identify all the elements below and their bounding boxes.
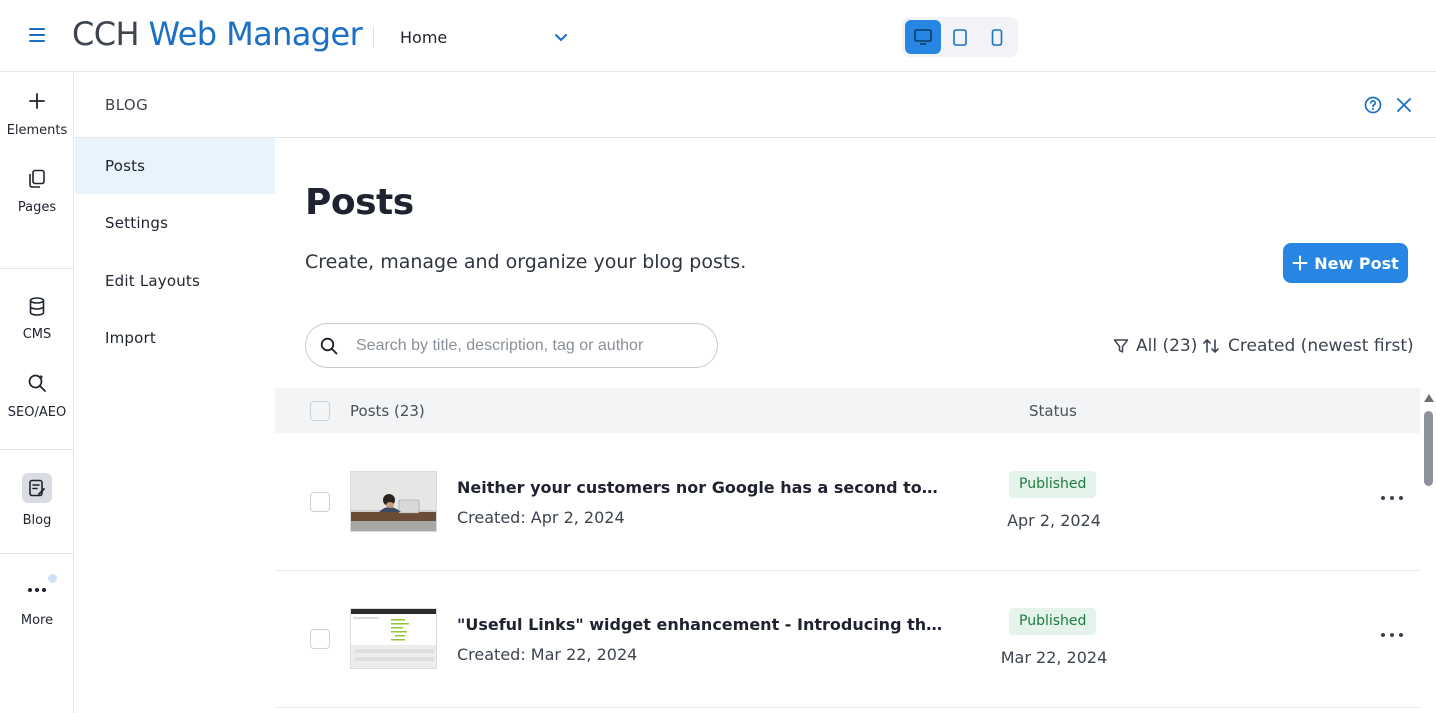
plus-icon <box>1292 255 1308 271</box>
panel-title: BLOG <box>105 96 149 114</box>
subnav-item-edit-layouts[interactable]: Edit Layouts <box>75 253 275 309</box>
select-all-checkbox[interactable] <box>310 401 330 421</box>
device-preview-toggle <box>902 17 1018 57</box>
page-subtitle: Create, manage and organize your blog po… <box>305 251 747 273</box>
table-row[interactable]: Neither your customers nor Google has a … <box>275 434 1420 571</box>
page-title: Posts <box>305 182 414 223</box>
left-rail: Elements Pages CMS SEO/AEO Blog More <box>0 72 74 713</box>
rail-label-cms: CMS <box>22 327 52 342</box>
sort-icon <box>1203 339 1219 353</box>
search-input[interactable] <box>356 334 696 358</box>
app-logo: CCH Web Manager <box>72 14 363 54</box>
column-header-status: Status <box>1029 402 1077 420</box>
header-divider <box>373 26 374 48</box>
tablet-view-button[interactable] <box>942 20 978 54</box>
filter-label: All (23) <box>1136 336 1198 356</box>
database-icon <box>29 297 45 316</box>
filter-icon <box>1113 339 1129 353</box>
subnav-item-settings[interactable]: Settings <box>75 195 275 251</box>
rail-item-seo[interactable]: SEO/AEO <box>0 373 74 420</box>
post-title[interactable]: Neither your customers nor Google has a … <box>457 478 943 497</box>
help-icon[interactable] <box>1363 95 1383 115</box>
mobile-icon <box>991 28 1003 46</box>
subnav-item-posts[interactable]: Posts <box>75 138 275 194</box>
page-select-value: Home <box>400 28 448 47</box>
logo-web-manager-text: Web Manager <box>148 15 363 53</box>
status-date: Mar 22, 2024 <box>1000 648 1108 667</box>
rail-divider <box>0 268 74 269</box>
blog-icon <box>22 473 52 503</box>
rail-item-more[interactable]: More <box>0 587 74 628</box>
logo-cch-text: CCH <box>72 15 140 53</box>
scrollbar-thumb[interactable] <box>1424 411 1433 486</box>
column-header-posts: Posts (23) <box>350 402 425 420</box>
table-header: Posts (23) Status <box>275 388 1420 433</box>
post-thumbnail <box>350 471 437 532</box>
filter-button[interactable]: All (23) <box>1113 334 1197 358</box>
posts-main: Posts Create, manage and organize your b… <box>275 138 1436 713</box>
rail-item-pages[interactable]: Pages <box>0 169 74 215</box>
post-title[interactable]: "Useful Links" widget enhancement - Intr… <box>457 615 943 634</box>
status-date: Apr 2, 2024 <box>1007 511 1101 530</box>
row-checkbox[interactable] <box>310 629 330 649</box>
tablet-icon <box>953 28 967 46</box>
hamburger-menu-icon[interactable] <box>29 28 45 42</box>
subnav-item-import[interactable]: Import <box>75 310 275 366</box>
blog-panel-header: BLOG <box>75 72 1436 138</box>
row-more-menu-icon[interactable] <box>1381 494 1403 502</box>
post-thumbnail <box>350 608 437 669</box>
row-checkbox[interactable] <box>310 492 330 512</box>
sort-button[interactable]: Created (newest first) <box>1202 334 1414 358</box>
rail-item-elements[interactable]: Elements <box>0 92 74 138</box>
chevron-down-icon <box>555 34 567 41</box>
plus-icon <box>29 93 45 109</box>
more-icon <box>28 588 46 592</box>
rail-item-cms[interactable]: CMS <box>0 297 74 342</box>
scroll-up-arrow-icon[interactable] <box>1424 394 1434 402</box>
new-post-label: New Post <box>1314 253 1399 273</box>
search-box <box>305 323 718 368</box>
new-post-button[interactable]: New Post <box>1283 243 1408 283</box>
desktop-icon <box>914 29 932 45</box>
table-row[interactable]: "Useful Links" widget enhancement - Intr… <box>275 571 1420 708</box>
rail-label-pages: Pages <box>17 200 57 215</box>
search-icon <box>320 337 338 355</box>
post-created-date: Created: Mar 22, 2024 <box>457 645 638 664</box>
row-more-menu-icon[interactable] <box>1381 631 1403 639</box>
rail-item-blog[interactable]: Blog <box>0 473 74 528</box>
vertical-scrollbar[interactable] <box>1421 388 1436 713</box>
top-bar: CCH Web Manager Home <box>0 0 1436 72</box>
blog-subnav: Posts Settings Edit Layouts Import <box>75 138 275 713</box>
rail-divider <box>0 553 74 554</box>
notification-dot <box>48 574 57 583</box>
pages-icon <box>29 169 45 188</box>
rail-label-more: More <box>20 613 54 628</box>
page-select-dropdown[interactable]: Home <box>388 20 583 54</box>
mobile-view-button[interactable] <box>979 20 1015 54</box>
rail-divider <box>0 449 74 450</box>
seo-icon <box>28 374 46 392</box>
rail-label-seo: SEO/AEO <box>7 405 67 420</box>
rail-label-elements: Elements <box>6 123 68 138</box>
post-created-date: Created: Apr 2, 2024 <box>457 508 625 527</box>
rail-label-blog: Blog <box>22 513 52 528</box>
sort-label: Created (newest first) <box>1228 336 1414 356</box>
desktop-view-button[interactable] <box>905 20 941 54</box>
close-icon[interactable] <box>1395 96 1413 114</box>
status-badge: Published <box>1009 471 1097 498</box>
status-badge: Published <box>1009 608 1097 635</box>
